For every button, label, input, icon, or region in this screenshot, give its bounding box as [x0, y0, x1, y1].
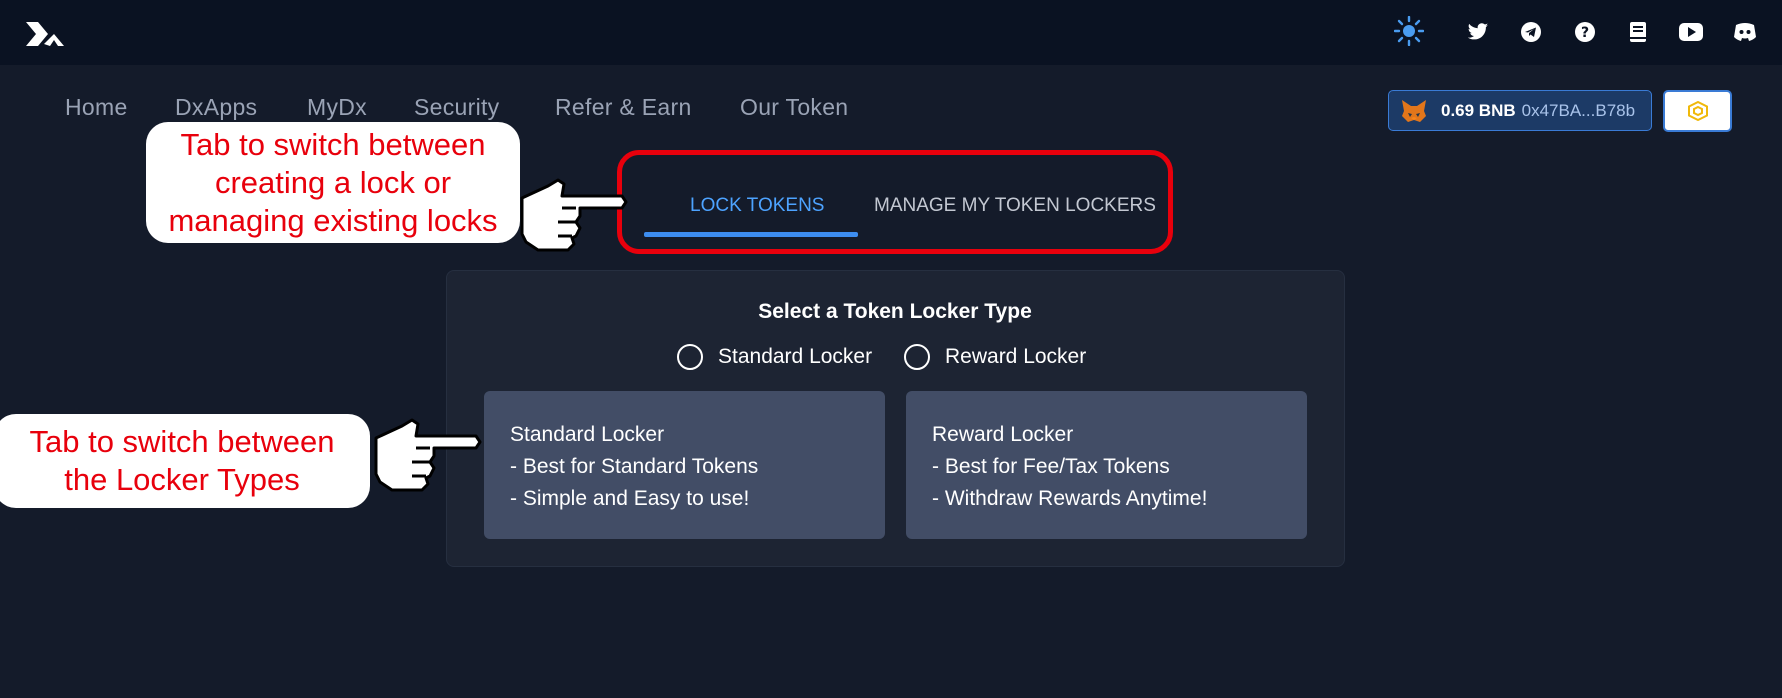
card-title: Reward Locker [932, 423, 1074, 446]
radio-standard-locker[interactable]: Standard Locker [677, 343, 872, 371]
tabs-annotation-callout: Tab to switch between creating a lock or… [146, 122, 520, 243]
radio-circle[interactable] [904, 344, 930, 370]
tabs-highlight-frame [617, 150, 1173, 254]
twitter-icon[interactable] [1463, 17, 1493, 47]
card-line: - Best for Fee/Tax Tokens [932, 455, 1170, 478]
card-line: - Withdraw Rewards Anytime! [932, 487, 1208, 510]
nav-item-security[interactable]: Security [414, 94, 499, 121]
callout-line: Tab to switch between [29, 424, 335, 459]
discord-icon[interactable] [1730, 17, 1760, 47]
locker-types-annotation-callout: Tab to switch between the Locker Types [0, 414, 370, 508]
card-line: - Best for Standard Tokens [510, 455, 759, 478]
nav-item-refer-earn[interactable]: Refer & Earn [555, 94, 692, 121]
card-line: - Simple and Easy to use! [510, 487, 750, 510]
radio-reward-locker[interactable]: Reward Locker [904, 343, 1086, 371]
pointing-hand-icon [374, 418, 482, 492]
metamask-fox-icon [1402, 99, 1426, 122]
dx-logo-icon[interactable] [24, 18, 66, 50]
radio-label: Standard Locker [718, 345, 873, 368]
standard-locker-card[interactable]: Standard Locker - Best for Standard Toke… [484, 391, 885, 539]
chain-selector-button[interactable] [1663, 90, 1732, 132]
wallet-button[interactable]: 0.69 BNB 0x47BA...B78b [1388, 90, 1652, 131]
callout-line: managing existing locks [168, 202, 498, 238]
pointing-hand-icon [520, 178, 628, 252]
wallet-balance: 0.69 BNB [1441, 100, 1516, 120]
card-title: Standard Locker [510, 423, 665, 446]
bnb-chain-icon [1687, 101, 1708, 121]
reward-locker-card[interactable]: Reward Locker - Best for Fee/Tax Tokens … [906, 391, 1307, 539]
top-bar: ? [0, 0, 1782, 65]
sun-icon[interactable] [1394, 16, 1424, 46]
radio-label: Reward Locker [945, 345, 1087, 368]
nav-item-dxapps[interactable]: DxApps [175, 94, 257, 121]
nav-item-home[interactable]: Home [65, 94, 128, 121]
radio-circle[interactable] [677, 344, 703, 370]
book-icon[interactable] [1623, 17, 1653, 47]
callout-line: Tab to switch between [180, 126, 486, 162]
nav-item-our-token[interactable]: Our Token [740, 94, 848, 121]
callout-line: creating a lock or [214, 164, 452, 200]
wallet-address: 0x47BA...B78b [1521, 100, 1636, 120]
telegram-icon[interactable] [1516, 17, 1546, 47]
locker-type-title: Select a Token Locker Type [758, 300, 1032, 323]
youtube-icon[interactable] [1676, 17, 1706, 47]
help-icon[interactable]: ? [1570, 17, 1600, 47]
callout-line: the Locker Types [64, 462, 300, 497]
svg-text:?: ? [1581, 25, 1589, 41]
nav-item-mydx[interactable]: MyDx [307, 94, 367, 121]
